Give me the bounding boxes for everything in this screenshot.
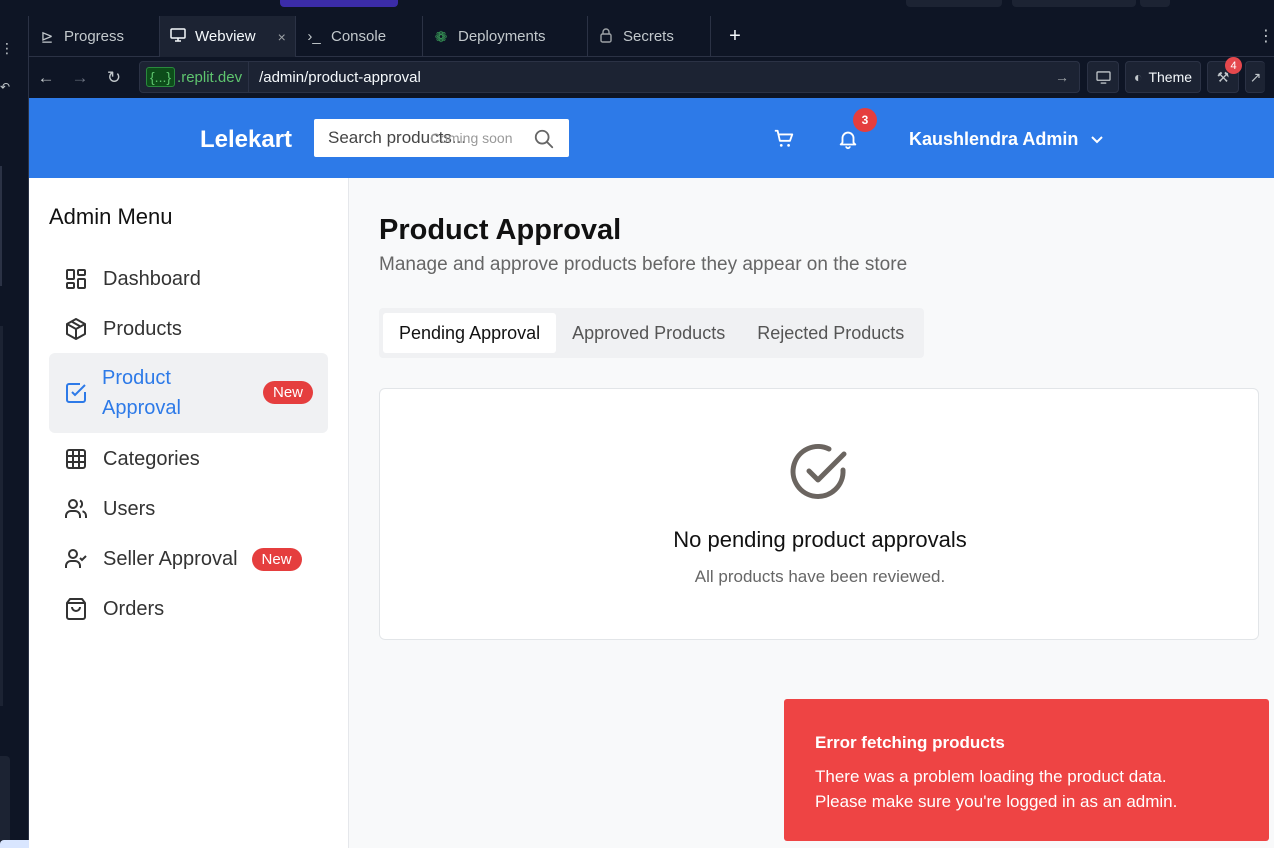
tab-progress[interactable]: ⊵ Progress <box>29 16 160 57</box>
chevron-down-icon <box>1091 135 1104 143</box>
more-icon[interactable]: ⋮ <box>1258 26 1274 46</box>
go-arrow-icon[interactable]: → <box>1055 69 1079 85</box>
empty-state-text: All products have been reviewed. <box>694 567 946 586</box>
sidebar-item-label: Products <box>103 317 182 340</box>
device-button[interactable] <box>1087 61 1119 93</box>
error-toast[interactable]: Error fetching products There was a prob… <box>784 699 1269 841</box>
lock-icon <box>597 27 615 47</box>
sidebar-item-label: Dashboard <box>103 267 201 290</box>
tab-rejected-products[interactable]: Rejected Products <box>741 313 920 353</box>
tab-webview[interactable]: Webview × <box>160 16 296 57</box>
top-control[interactable] <box>1140 0 1170 7</box>
repl-badge: {...} <box>146 67 176 87</box>
sidebar-item-label: Users <box>103 497 156 520</box>
user-menu[interactable]: Kaushlendra Admin <box>909 129 1104 150</box>
tab-approved-products[interactable]: Approved Products <box>556 313 741 353</box>
deploy-icon: ❁ <box>434 28 448 46</box>
users-icon <box>65 499 88 518</box>
webview-tools: ◐ Theme ⚒ 4 ↗ <box>1087 57 1266 93</box>
sidebar-item-products[interactable]: Products <box>49 304 328 354</box>
forward-button[interactable]: → <box>63 63 97 93</box>
sidebar-item-label: Orders <box>103 597 165 620</box>
tab-label: Deployments <box>458 28 546 45</box>
top-control[interactable] <box>906 0 1002 7</box>
check-square-icon <box>66 383 86 403</box>
add-tab-button[interactable]: + <box>725 16 745 57</box>
new-badge: New <box>251 547 302 571</box>
monitor-icon <box>1095 70 1111 84</box>
user-check-icon <box>65 549 87 568</box>
tab-label: Secrets <box>623 28 674 45</box>
sidebar-item-seller-approval[interactable]: Seller Approval New <box>49 534 328 584</box>
sidebar-title: Admin Menu <box>49 204 173 229</box>
open-external-button[interactable]: ↗ <box>1245 61 1266 93</box>
tab-console[interactable]: ›_ Console <box>296 16 423 57</box>
check-circle-icon <box>790 443 847 499</box>
search-icon[interactable] <box>533 128 555 150</box>
palette-icon: ◐ <box>1134 69 1143 85</box>
webview-url-bar: ← → ↻ {...} .replit.dev /admin/product-a… <box>29 57 1274 98</box>
tab-pending-approval[interactable]: Pending Approval <box>383 313 557 353</box>
left-gutter: ⋮ ↶ <box>0 16 29 848</box>
site-logo[interactable]: Lelekart <box>200 126 292 154</box>
tab-secrets[interactable]: Secrets <box>588 16 711 57</box>
close-icon[interactable]: × <box>278 29 286 45</box>
empty-state-card: No pending product approvals All product… <box>379 388 1259 640</box>
empty-state-title: No pending product approvals <box>673 527 967 552</box>
sidebar-item-label: Categories <box>103 447 200 470</box>
cart-icon[interactable] <box>773 128 795 150</box>
gutter-panel[interactable] <box>0 756 10 846</box>
sidebar-item-label: Seller Approval <box>103 547 238 570</box>
history-icon[interactable]: ↶ <box>0 80 10 94</box>
new-badge: New <box>262 381 313 404</box>
devtools-badge: 4 <box>1225 57 1243 74</box>
url-domain: {...} .replit.dev <box>140 62 250 92</box>
reload-button[interactable]: ↻ <box>97 63 131 93</box>
top-tab-indicator[interactable] <box>280 0 398 7</box>
search-hint: Coming soon <box>430 130 513 146</box>
app-header: Lelekart Coming soon 3 Kaushlendra Admin <box>29 98 1274 178</box>
url-path[interactable]: /admin/product-approval <box>249 69 1055 86</box>
search-box: Coming soon <box>314 119 569 157</box>
top-control[interactable] <box>1012 0 1136 7</box>
approval-tabs: Pending Approval Approved Products Rejec… <box>379 308 925 358</box>
gutter-bar <box>0 166 2 286</box>
user-name: Kaushlendra Admin <box>909 129 1079 149</box>
sidebar-item-users[interactable]: Users <box>49 484 328 534</box>
package-icon <box>66 318 86 340</box>
monitor-icon <box>169 27 187 46</box>
dashboard-icon <box>66 269 86 289</box>
tab-label: Progress <box>64 28 125 45</box>
theme-label: Theme <box>1148 69 1193 85</box>
gutter-bar <box>0 326 3 706</box>
tab-label: Console <box>331 28 387 45</box>
external-link-icon: ↗ <box>1249 68 1262 85</box>
terminal-icon: ›_ <box>307 28 321 45</box>
ide-tab-bar: ⊵ Progress Webview × ›_ Console ❁ Deploy… <box>29 16 1274 57</box>
toast-message: There was a problem loading the product … <box>815 767 1178 811</box>
theme-button[interactable]: ◐ Theme <box>1125 61 1202 93</box>
window-top-strip <box>0 0 1274 16</box>
domain-text: .replit.dev <box>177 68 243 86</box>
more-icon[interactable]: ⋮ <box>0 40 14 57</box>
progress-icon: ⊵ <box>40 28 54 46</box>
bell-icon[interactable] <box>837 128 859 150</box>
back-button[interactable]: ← <box>29 63 63 93</box>
page-subtitle: Manage and approve products before they … <box>379 254 908 275</box>
url-field[interactable]: {...} .replit.dev /admin/product-approva… <box>139 61 1080 93</box>
sidebar-item-label: Product Approval <box>102 367 181 419</box>
sidebar-item-categories[interactable]: Categories <box>49 434 328 484</box>
devtools-button[interactable]: ⚒ 4 <box>1207 57 1243 93</box>
admin-sidebar: Admin Menu Dashboard Products Product Ap… <box>29 178 349 848</box>
grid-icon <box>66 449 86 469</box>
tab-label: Webview <box>195 28 256 45</box>
shopping-bag-icon <box>66 598 86 620</box>
notification-badge: 3 <box>853 108 877 132</box>
sidebar-item-dashboard[interactable]: Dashboard <box>49 254 328 304</box>
toast-title: Error fetching products <box>815 733 1005 752</box>
tab-deployments[interactable]: ❁ Deployments <box>423 16 588 57</box>
sidebar-item-orders[interactable]: Orders <box>49 584 328 634</box>
sidebar-item-product-approval[interactable]: Product Approval New <box>49 353 328 433</box>
page-title: Product Approval <box>379 214 622 246</box>
